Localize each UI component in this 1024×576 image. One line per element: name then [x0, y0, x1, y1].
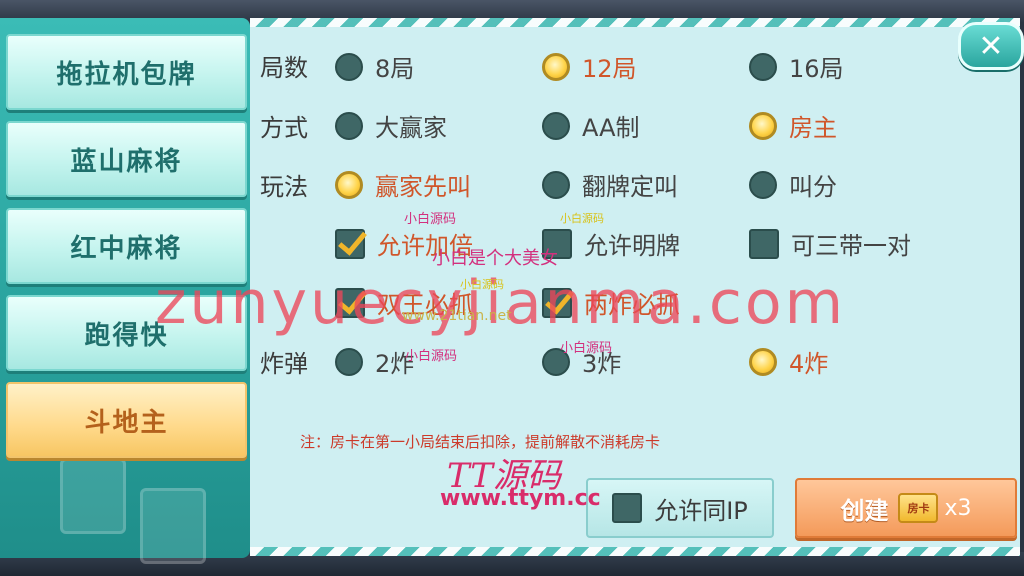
sidebar-item-tractor[interactable]: 拖拉机包牌	[6, 34, 247, 110]
rounds-option-16[interactable]: 16局	[749, 49, 844, 84]
mode-label: 方式	[260, 114, 308, 142]
play-option-flip-card[interactable]: 翻牌定叫	[542, 167, 678, 202]
radio-icon	[335, 111, 363, 140]
rounds-option-8[interactable]: 8局	[335, 49, 414, 84]
decorative-stripe	[250, 547, 1020, 556]
watermark: 小白源码	[404, 212, 457, 227]
allow-same-ip-toggle[interactable]: 允许同IP	[586, 478, 774, 538]
bomb-option-4[interactable]: 4炸	[749, 344, 828, 379]
close-button[interactable]: ✕	[958, 22, 1024, 70]
room-card-icon: 房卡	[898, 493, 939, 523]
watermark: 小白源码	[560, 212, 604, 225]
rule-three-with-pair[interactable]: 可三带一对	[749, 226, 911, 261]
radio-selected-icon	[335, 170, 363, 199]
sidebar-item-lanshan-mahjong[interactable]: 蓝山麻将	[6, 121, 247, 197]
watermark-brand-url: www.ttym.cc	[440, 486, 601, 511]
watermark: 小白源码	[560, 341, 613, 356]
bomb-label: 炸弹	[260, 350, 308, 378]
watermark: 小白是个大美女	[432, 248, 558, 269]
watermark: www.21tian.net	[402, 308, 512, 324]
sidebar-item-doudizhu[interactable]: 斗地主	[6, 382, 247, 458]
radio-icon	[749, 170, 777, 199]
radio-icon	[335, 52, 363, 81]
radio-selected-icon	[542, 52, 570, 81]
radio-icon	[542, 111, 570, 140]
mode-option-winner[interactable]: 大赢家	[335, 108, 447, 143]
radio-icon	[749, 52, 777, 81]
radio-icon	[335, 347, 363, 376]
room-card-cost: x3	[944, 495, 972, 521]
create-room-button[interactable]: 创建 房卡 x3	[795, 478, 1017, 538]
play-label: 玩法	[260, 173, 308, 201]
decorative-stripe	[250, 18, 1020, 27]
watermark: 小白源码	[460, 278, 504, 291]
mode-option-host[interactable]: 房主	[749, 108, 837, 143]
radio-icon	[542, 170, 570, 199]
checkbox-icon	[612, 493, 643, 523]
mode-option-aa[interactable]: AA制	[542, 108, 640, 143]
watermark: 小白源码	[405, 349, 458, 364]
rounds-label: 局数	[260, 54, 308, 82]
close-icon: ✕	[978, 28, 1004, 64]
mahjong-tile-decoration	[140, 488, 206, 564]
rule-allow-show-cards[interactable]: 允许明牌	[542, 226, 680, 261]
mahjong-tile-decoration	[60, 458, 126, 534]
bomb-option-2[interactable]: 2炸	[335, 344, 414, 379]
play-option-bid-score[interactable]: 叫分	[749, 167, 837, 202]
rounds-option-12[interactable]: 12局	[542, 49, 637, 84]
checkbox-icon	[749, 228, 779, 259]
radio-selected-icon	[749, 347, 777, 376]
play-option-winner-first[interactable]: 赢家先叫	[335, 167, 471, 202]
radio-selected-icon	[749, 111, 777, 140]
checkbox-checked-icon	[335, 228, 365, 259]
